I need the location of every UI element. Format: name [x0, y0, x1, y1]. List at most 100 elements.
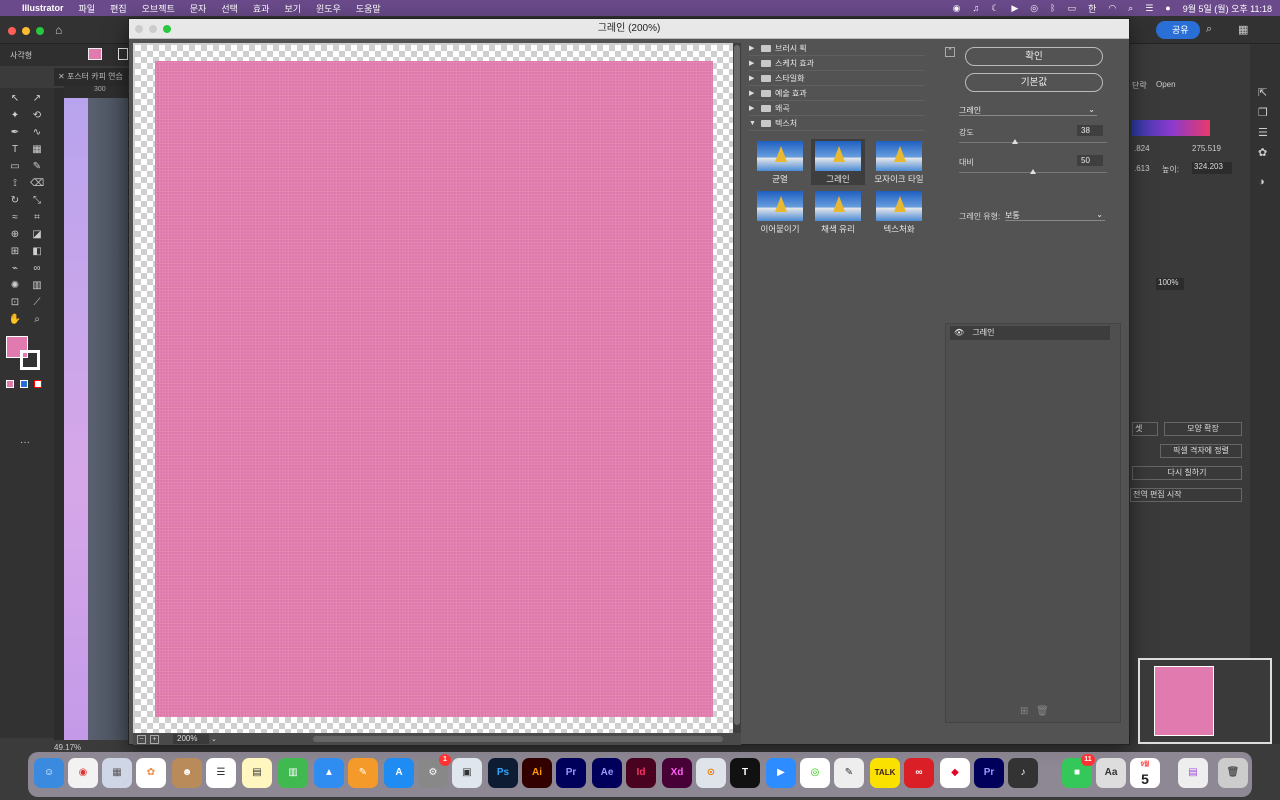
curvature-tool-icon[interactable]: ∿: [30, 126, 44, 140]
bluetooth-icon[interactable]: ᛒ: [1050, 3, 1055, 13]
menu-select[interactable]: 선택: [221, 2, 238, 15]
kakaotalk-icon[interactable]: TALK: [870, 758, 900, 788]
opentype-tab[interactable]: Open: [1156, 80, 1176, 89]
scale-tool-icon[interactable]: ⤡: [30, 194, 44, 208]
input-method-icon[interactable]: 한: [1088, 2, 1096, 15]
slice-tool-icon[interactable]: ⟋: [30, 296, 44, 310]
symbol-sprayer-tool-icon[interactable]: ✺: [8, 279, 22, 293]
control-center-icon[interactable]: ☰: [1145, 3, 1153, 14]
chevron-down-icon[interactable]: ⌄: [211, 735, 217, 743]
facetime-icon[interactable]: ■ 11: [1062, 754, 1095, 788]
document-tab[interactable]: ✕ 포스터 카피 연습: [54, 68, 130, 86]
search-icon[interactable]: ⌕: [1128, 3, 1133, 14]
mesh-tool-icon[interactable]: ⊞: [8, 245, 22, 259]
zoom-out-button[interactable]: −: [137, 734, 146, 744]
color-icon[interactable]: ✿: [1258, 146, 1267, 159]
free-transform-tool-icon[interactable]: ⌗: [30, 211, 44, 225]
more-tools-icon[interactable]: ···: [18, 436, 32, 450]
color-ramp[interactable]: [1132, 120, 1210, 136]
zoom-window-button[interactable]: [36, 27, 44, 35]
recolor-button[interactable]: 다시 칠하기: [1132, 466, 1242, 480]
share-button[interactable]: 공유: [1156, 21, 1200, 39]
premiere-icon[interactable]: Pr: [556, 758, 586, 788]
category-brush-strokes[interactable]: ▶ 브러시 획: [749, 41, 925, 56]
after-effects-icon[interactable]: Ae: [592, 758, 622, 788]
play-icon[interactable]: ▶: [1011, 3, 1018, 14]
menubar-clock[interactable]: 9월 5일 (월) 오후 11:18: [1183, 2, 1272, 15]
pinterest-icon[interactable]: ◆: [940, 758, 970, 788]
fill-swatch[interactable]: [88, 48, 102, 60]
contacts-icon[interactable]: ☻: [172, 758, 202, 788]
menu-help[interactable]: 도움말: [356, 2, 381, 15]
expand-appearance-button[interactable]: 모양 확장: [1164, 422, 1242, 436]
category-stylize[interactable]: ▶ 스타일화: [749, 71, 925, 86]
launchpad-icon[interactable]: ▦: [102, 758, 132, 788]
shaper-tool-icon[interactable]: ⟟: [8, 177, 22, 191]
effect-select[interactable]: 그레인 ⌄: [959, 105, 1097, 116]
reminders-icon[interactable]: ☰: [206, 758, 236, 788]
airplay-icon[interactable]: ◎: [1030, 3, 1038, 14]
zoom-in-button[interactable]: +: [150, 734, 159, 744]
blend-tool-icon[interactable]: ∞: [30, 262, 44, 276]
magic-wand-tool-icon[interactable]: ✦: [8, 109, 22, 123]
preview-horizontal-scrollbar[interactable]: [313, 736, 723, 742]
blender-icon[interactable]: ⊙: [696, 758, 726, 788]
align-pixel-grid-button[interactable]: 픽셀 격자에 정렬: [1160, 444, 1242, 458]
effect-preview[interactable]: [133, 43, 741, 735]
photoshop-icon[interactable]: Ps: [488, 758, 518, 788]
selection-tool-icon[interactable]: ↖: [8, 92, 22, 106]
intensity-slider-handle[interactable]: [1012, 139, 1019, 144]
set-button[interactable]: 셋: [1132, 422, 1158, 436]
home-icon[interactable]: ⌂: [55, 23, 62, 37]
start-global-edit-button[interactable]: 전역 편집 시작: [1130, 488, 1242, 502]
whale-icon[interactable]: ◎: [800, 758, 830, 788]
close-window-button[interactable]: [8, 27, 16, 35]
warp-tool-icon[interactable]: ≈: [8, 211, 22, 225]
script-editor-icon[interactable]: ✎: [834, 758, 864, 788]
dialog-minimize-button[interactable]: [149, 25, 157, 33]
menu-app-name[interactable]: Illustrator: [22, 3, 64, 13]
opacity-value[interactable]: 100%: [1156, 278, 1184, 290]
creative-cloud-icon[interactable]: ∞: [904, 758, 934, 788]
illustrator-icon[interactable]: Ai: [522, 758, 552, 788]
app-store-icon[interactable]: A: [384, 758, 414, 788]
category-artistic[interactable]: ▶ 예술 효과: [749, 86, 925, 101]
eraser-tool-icon[interactable]: ⌫: [30, 177, 44, 191]
eyedropper-tool-icon[interactable]: ⌁: [8, 262, 22, 276]
menu-edit[interactable]: 편집: [110, 2, 127, 15]
graph-tool-icon[interactable]: ▥: [30, 279, 44, 293]
grain-type-select[interactable]: 보통 ⌄: [1005, 210, 1105, 221]
battery-icon[interactable]: ▭: [1068, 3, 1077, 14]
menu-effect[interactable]: 효과: [253, 2, 270, 15]
preview-icon[interactable]: ▣: [452, 758, 482, 788]
screenshot-icon[interactable]: ▤: [1178, 758, 1208, 788]
category-distort[interactable]: ▶ 왜곡: [749, 101, 925, 116]
pen-tool-icon[interactable]: ✒: [8, 126, 22, 140]
appearance-icon[interactable]: ◑: [1258, 176, 1265, 188]
menu-file[interactable]: 파일: [79, 2, 96, 15]
shape-builder-tool-icon[interactable]: ⊕: [8, 228, 22, 242]
search-icon[interactable]: ⌕: [1206, 23, 1212, 36]
creative-cloud-status-icon[interactable]: ◉: [953, 3, 961, 14]
audio-icon[interactable]: ♫: [973, 3, 980, 13]
contrast-slider-handle[interactable]: [1030, 169, 1036, 174]
thumb-patchwork[interactable]: 이어붙이기: [753, 189, 807, 235]
workspace-icon[interactable]: ▦: [1238, 23, 1248, 36]
thumb-stained-glass[interactable]: 채색 유리: [811, 189, 865, 235]
scrollbar-thumb[interactable]: [734, 45, 740, 725]
typora-icon[interactable]: T: [730, 758, 760, 788]
system-settings-icon[interactable]: ⚙ 1: [418, 754, 451, 788]
x-value[interactable]: 275.519: [1192, 144, 1221, 153]
keynote-icon[interactable]: ▲: [314, 758, 344, 788]
ok-button[interactable]: 확인: [965, 47, 1103, 66]
zoom-tool-icon[interactable]: ⌕: [30, 313, 44, 327]
preview-vertical-scrollbar[interactable]: [733, 43, 741, 735]
stroke-swatch[interactable]: [118, 48, 128, 60]
thumb-grain[interactable]: 그레인: [811, 139, 865, 185]
xd-icon[interactable]: Xd: [662, 758, 692, 788]
height-value[interactable]: 324.203: [1192, 162, 1232, 174]
premiere-rush-icon[interactable]: Pr: [974, 758, 1004, 788]
eye-icon[interactable]: 👁: [954, 328, 964, 337]
contrast-input[interactable]: 50: [1077, 155, 1103, 166]
color-mode-icon[interactable]: [6, 380, 14, 388]
